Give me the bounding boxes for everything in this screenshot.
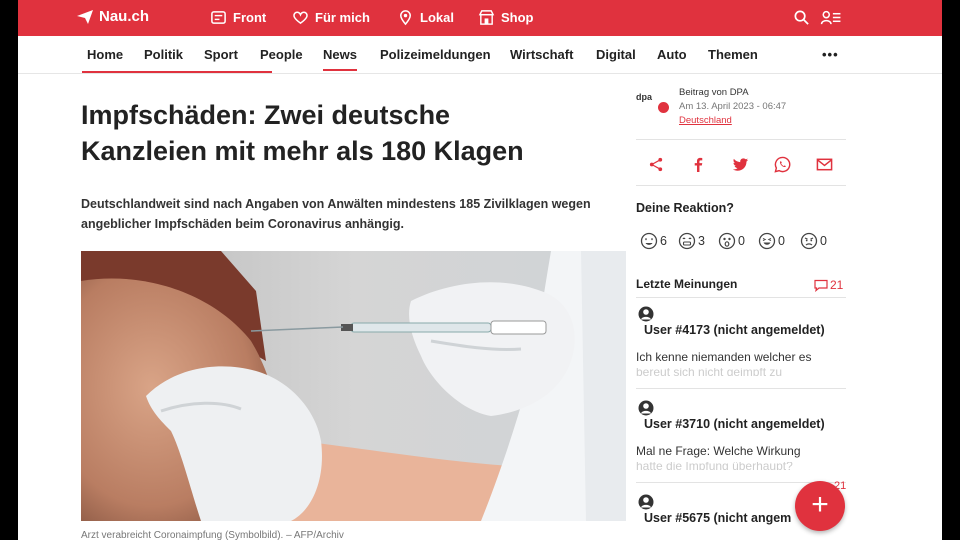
user-menu-icon[interactable] bbox=[820, 9, 842, 26]
comments-count-link[interactable]: 21 bbox=[814, 278, 843, 292]
reaction-love[interactable]: 6 bbox=[640, 232, 667, 250]
comment-text: Mal ne Frage: Welche Wirkung bbox=[636, 444, 801, 458]
heart-icon bbox=[293, 11, 308, 25]
divider bbox=[636, 388, 846, 389]
nav-themen[interactable]: Themen bbox=[708, 47, 758, 62]
nav-news[interactable]: News bbox=[323, 47, 357, 71]
dpa-logo: dpa bbox=[636, 92, 653, 102]
topnav-lokal-label: Lokal bbox=[420, 10, 454, 25]
nav-home[interactable]: Home bbox=[87, 47, 123, 62]
reaction-laughing[interactable]: 0 bbox=[758, 232, 785, 250]
byline-author: Beitrag von DPA bbox=[679, 87, 749, 98]
comment-user[interactable]: User #3710 (nicht angemeldet) bbox=[644, 417, 825, 431]
nav-people[interactable]: People bbox=[260, 47, 303, 62]
site-logo[interactable]: Nau.ch bbox=[76, 8, 149, 25]
comments-count: 21 bbox=[830, 278, 844, 292]
comment-user[interactable]: User #5675 (nicht angem bbox=[644, 511, 791, 525]
divider bbox=[636, 185, 846, 186]
comment-text-faded: bereut sich nicht geimpft zu bbox=[636, 368, 783, 376]
page-frame: Nau.ch Front Für mich Lokal Shop Home Po… bbox=[18, 0, 942, 540]
user-avatar-icon bbox=[638, 306, 654, 322]
topnav-shop-label: Shop bbox=[501, 10, 534, 25]
share-bar bbox=[636, 152, 846, 176]
share-button[interactable] bbox=[646, 154, 666, 174]
divider bbox=[636, 139, 846, 140]
reaction-surprised-count: 0 bbox=[738, 234, 745, 248]
reaction-laughing-count: 0 bbox=[778, 234, 785, 248]
reaction-grin[interactable]: 3 bbox=[678, 232, 705, 250]
reaction-love-count: 6 bbox=[660, 234, 667, 248]
section-nav: Home Politik Sport People News Polizeime… bbox=[18, 36, 942, 74]
nav-digital[interactable]: Digital bbox=[596, 47, 636, 62]
share-icon bbox=[649, 157, 662, 171]
reaction-surprised[interactable]: 0 bbox=[718, 232, 745, 250]
speech-bubble-icon bbox=[814, 279, 828, 292]
vaccination-photo bbox=[81, 251, 626, 521]
nav-wirtschaft[interactable]: Wirtschaft bbox=[510, 47, 573, 62]
reaction-grin-count: 3 bbox=[698, 234, 705, 248]
mail-share-button[interactable] bbox=[814, 154, 834, 174]
topnav-shop[interactable]: Shop bbox=[478, 9, 534, 26]
byline-date: Am 13. April 2023 - 06:47 bbox=[679, 101, 787, 112]
comment-user[interactable]: User #4173 (nicht angemeldet) bbox=[644, 323, 825, 337]
topnav-lokal[interactable]: Lokal bbox=[397, 9, 454, 26]
user-avatar-icon bbox=[638, 400, 654, 416]
facebook-share-button[interactable] bbox=[688, 154, 708, 174]
front-icon bbox=[211, 11, 226, 24]
laughing-emoji-icon bbox=[758, 232, 776, 250]
grin-emoji-icon bbox=[678, 232, 696, 250]
facebook-icon bbox=[694, 157, 702, 172]
image-caption: Arzt verabreicht Coronaimpfung (Symbolbi… bbox=[81, 530, 344, 540]
top-bar: Nau.ch Front Für mich Lokal Shop bbox=[18, 0, 942, 36]
article-image[interactable] bbox=[81, 251, 626, 521]
article-byline: dpa Beitrag von DPA Am 13. April 2023 - … bbox=[636, 84, 846, 134]
surprised-emoji-icon bbox=[718, 232, 736, 250]
nav-more-button[interactable]: ••• bbox=[822, 47, 839, 62]
article-lead: Deutschlandweit sind nach Angaben von An… bbox=[81, 197, 591, 231]
follow-heart-icon[interactable] bbox=[658, 102, 669, 113]
angry-emoji-icon bbox=[800, 232, 818, 250]
headline-line-1: Impfschäden: Zwei deutsche bbox=[81, 100, 451, 130]
topnav-front[interactable]: Front bbox=[210, 9, 266, 26]
twitter-share-button[interactable] bbox=[730, 154, 750, 174]
paper-plane-icon bbox=[77, 9, 93, 24]
topnav-front-label: Front bbox=[233, 10, 267, 25]
whatsapp-icon bbox=[773, 156, 790, 173]
mail-icon bbox=[816, 158, 832, 170]
brand-name: Nau.ch bbox=[99, 8, 150, 25]
user-avatar-icon bbox=[638, 494, 654, 510]
comments-title: Letzte Meinungen bbox=[636, 277, 738, 291]
nav-polizeimeldungen[interactable]: Polizeimeldungen bbox=[380, 47, 491, 62]
comment-text-faded: hatte die Impfung überhaupt? bbox=[636, 462, 793, 470]
top-right-tools bbox=[793, 9, 842, 26]
add-comment-button[interactable]: + bbox=[795, 481, 845, 531]
twitter-icon bbox=[732, 157, 748, 171]
nav-underline bbox=[82, 71, 272, 73]
topnav-fuer-mich[interactable]: Für mich bbox=[292, 9, 370, 26]
comment-text: Ich kenne niemanden welcher es bbox=[636, 350, 812, 364]
article-headline: Impfschäden: Zwei deutsche Kanzleien mit… bbox=[81, 97, 601, 169]
location-pin-icon bbox=[400, 10, 411, 26]
byline-region-link[interactable]: Deutschland bbox=[679, 115, 732, 126]
nav-auto[interactable]: Auto bbox=[657, 47, 687, 62]
topnav-fuer-mich-label: Für mich bbox=[315, 10, 370, 25]
reactions-title: Deine Reaktion? bbox=[636, 201, 734, 215]
whatsapp-share-button[interactable] bbox=[772, 154, 792, 174]
headline-line-2: Kanzleien mit mehr als 180 Klagen bbox=[81, 136, 524, 166]
reaction-angry[interactable]: 0 bbox=[800, 232, 827, 250]
nav-politik[interactable]: Politik bbox=[144, 47, 183, 62]
divider bbox=[636, 297, 846, 298]
reaction-angry-count: 0 bbox=[820, 234, 827, 248]
search-icon[interactable] bbox=[793, 9, 810, 26]
shop-icon bbox=[478, 10, 495, 25]
nav-sport[interactable]: Sport bbox=[204, 47, 238, 62]
heart-eyes-emoji-icon bbox=[640, 232, 658, 250]
